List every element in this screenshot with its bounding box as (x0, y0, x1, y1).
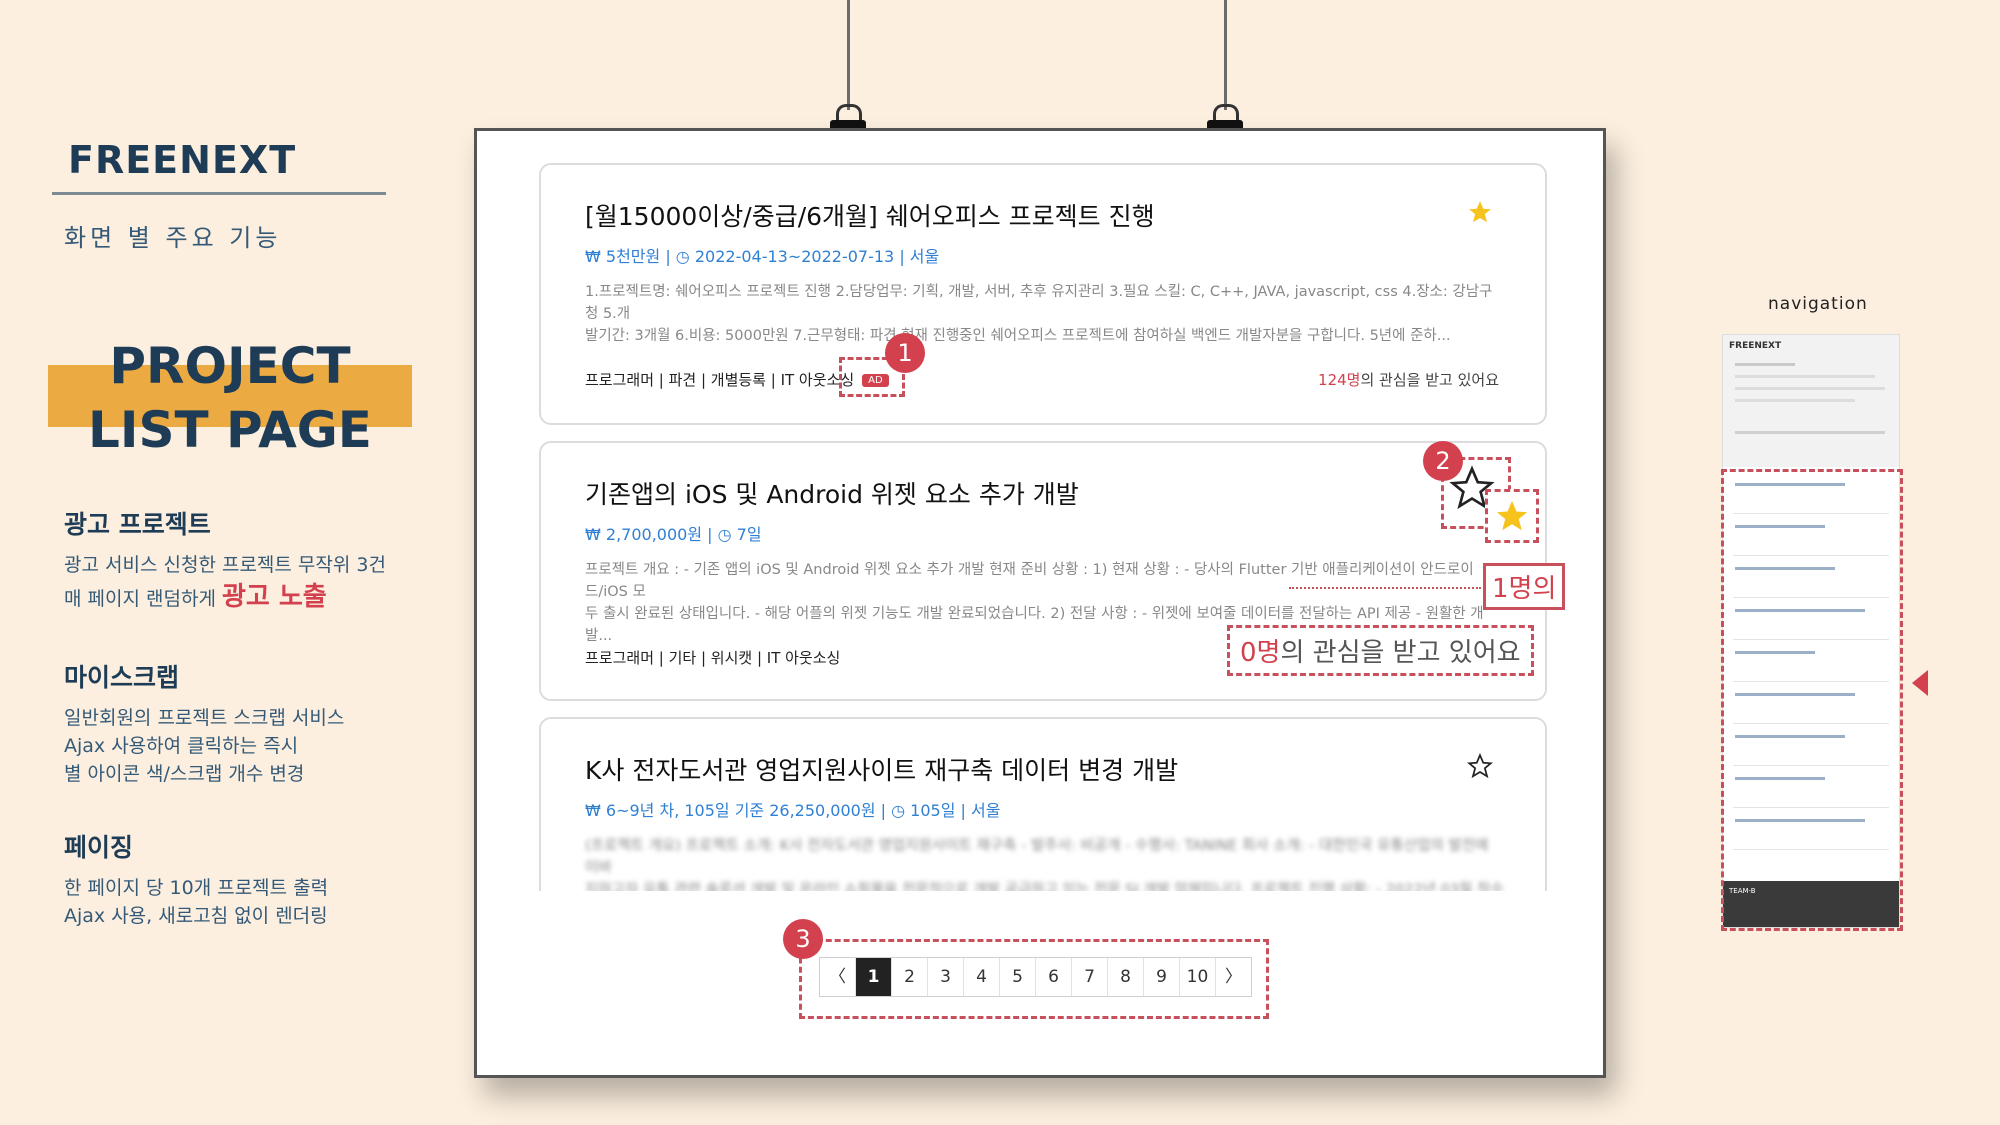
description-line: 1.프로젝트명: 쉐어오피스 프로젝트 진행 2.담당업무: 기획, 개발, 서… (585, 284, 1493, 322)
page-button-current[interactable]: 1 (856, 958, 892, 996)
interest-text: 의 관심을 받고 있어요 (1360, 371, 1499, 389)
section-text: Ajax 사용, 새로고침 없이 렌더링 (64, 905, 328, 927)
thumbnail-line (1735, 363, 1795, 366)
title-line-2: LIST PAGE (88, 401, 372, 459)
thumbnail-logo: FREENEXT (1729, 341, 1782, 351)
navigation-pointer-icon (1912, 670, 1928, 696)
brand-name: FREENEXT (68, 138, 297, 182)
project-description: (프로젝트 개요) 프로젝트 소개: K사 전자도서관 영업지원사이트 재구축 … (585, 835, 1505, 920)
section-heading: 마이스크랩 (64, 663, 180, 692)
star-filled-box (1485, 489, 1539, 543)
navigation-thumbnail[interactable]: FREENEXT TEAM-B (1721, 334, 1903, 931)
project-title[interactable]: [월15000이상/중급/6개월] 쉐어오피스 프로젝트 진행 (585, 197, 1155, 233)
callout-before-text: 의 관심을 받고 있어요 (1280, 638, 1521, 668)
page-button[interactable]: 2 (892, 958, 928, 996)
title-line-1: PROJECT (109, 337, 351, 395)
section-text: Ajax 사용하여 클릭하는 즉시 (64, 735, 299, 757)
pagination-next-icon[interactable]: 〉 (1216, 958, 1251, 996)
page-button[interactable]: 7 (1072, 958, 1108, 996)
callout-before: 0명의 관심을 받고 있어요 (1227, 625, 1534, 676)
thumbnail-highlight-box (1721, 469, 1903, 931)
interest-number: 124명 (1318, 371, 1361, 389)
pagination-prev-icon[interactable]: 〈 (820, 958, 856, 996)
callout-before-count: 0명 (1240, 638, 1281, 668)
page-button[interactable]: 4 (964, 958, 1000, 996)
annotation-badge-2: 2 (1423, 441, 1463, 481)
page-button[interactable]: 9 (1144, 958, 1180, 996)
tags-text: 프로그래머 | 파견 | 개별등록 | IT 아웃소싱 (585, 371, 855, 389)
thumbnail-line (1735, 375, 1875, 378)
project-meta: ₩ 6~9년 차, 105일 기준 26,250,000원 | ◷ 105일 |… (585, 801, 1001, 820)
project-description: 1.프로젝트명: 쉐어오피스 프로젝트 진행 2.담당업무: 기획, 개발, 서… (585, 281, 1505, 347)
page-button[interactable]: 6 (1036, 958, 1072, 996)
ad-highlight: 광고 노출 (221, 582, 327, 612)
star-filled-icon[interactable] (1467, 199, 1493, 225)
page-button[interactable]: 3 (928, 958, 964, 996)
pagination: 〈 1 2 3 4 5 6 7 8 9 10 〉 (819, 957, 1252, 997)
thumbnail-line (1735, 431, 1885, 434)
description-line: 프로젝트 개요 : - 기존 앱의 iOS 및 Android 위젯 요소 추가… (585, 562, 1474, 600)
subtitle: 화면 별 주요 기능 (64, 224, 282, 252)
hanging-string (847, 0, 850, 110)
project-meta: ₩ 5천만원 | ◷ 2022-04-13~2022-07-13 | 서울 (585, 247, 940, 266)
section-heading: 페이징 (64, 833, 134, 862)
screenshot-frame: [월15000이상/중급/6개월] 쉐어오피스 프로젝트 진행 ₩ 5천만원 |… (474, 128, 1606, 1078)
page-button[interactable]: 5 (1000, 958, 1036, 996)
thumbnail-line (1735, 387, 1885, 390)
section-text: 일반회원의 프로젝트 스크랩 서비스 (64, 707, 345, 729)
thumbnail-line (1735, 399, 1855, 402)
section-text: 광고 서비스 신청한 프로젝트 무작위 3건 (64, 554, 386, 576)
page-title: PROJECT LIST PAGE (48, 334, 412, 462)
section-paging: 페이징 한 페이지 당 10개 프로젝트 출력 Ajax 사용, 새로고침 없이… (64, 828, 328, 930)
section-text: 한 페이지 당 10개 프로젝트 출력 (64, 877, 329, 899)
page-button[interactable]: 10 (1180, 958, 1216, 996)
star-filled-icon[interactable] (1494, 498, 1530, 534)
brand-underline (52, 192, 386, 195)
hanging-string (1224, 0, 1227, 110)
navigation-label: navigation (1768, 294, 1868, 314)
callout-connector (1289, 587, 1481, 589)
section-my-scrap: 마이스크랩 일반회원의 프로젝트 스크랩 서비스 Ajax 사용하여 클릭하는 … (64, 658, 344, 788)
annotation-badge-3: 3 (783, 919, 823, 959)
project-meta: ₩ 2,700,000원 | ◷ 7일 (585, 525, 762, 544)
description-line: (프로젝트 개요) 프로젝트 소개: K사 전자도서관 영업지원사이트 재구축 … (585, 838, 1489, 876)
interest-count: 124명의 관심을 받고 있어요 (1318, 369, 1499, 390)
section-heading: 광고 프로젝트 (64, 510, 211, 539)
project-tags: 프로그래머 | 기타 | 위시캣 | IT 아웃소싱 (585, 649, 841, 667)
callout-after: 1명의 (1483, 563, 1566, 610)
project-title[interactable]: K사 전자도서관 영업지원사이트 재구축 데이터 변경 개발 (585, 751, 1178, 787)
project-title[interactable]: 기존앱의 iOS 및 Android 위젯 요소 추가 개발 (585, 475, 1079, 511)
section-text: 별 아이콘 색/스크랩 개수 변경 (64, 763, 305, 785)
description-line: 발기간: 3개월 6.비용: 5000만원 7.근무형태: 파견 현재 진행중인… (585, 328, 1451, 344)
section-text: 매 페이지 랜덤하게 광고 노출 (64, 583, 386, 613)
annotation-badge-1: 1 (885, 333, 925, 373)
section-text-part: 매 페이지 랜덤하게 (64, 588, 222, 610)
star-outline-icon[interactable] (1467, 753, 1493, 779)
page-button[interactable]: 8 (1108, 958, 1144, 996)
description-line: 지하고자 유통 관련 솔루션 개발 및 온라인 쇼핑몰을 전문적으로 개발 공급… (585, 882, 1504, 920)
section-ad-project: 광고 프로젝트 광고 서비스 신청한 프로젝트 무작위 3건 매 페이지 랜덤하… (64, 505, 386, 613)
project-card[interactable]: [월15000이상/중급/6개월] 쉐어오피스 프로젝트 진행 ₩ 5천만원 |… (539, 163, 1547, 425)
